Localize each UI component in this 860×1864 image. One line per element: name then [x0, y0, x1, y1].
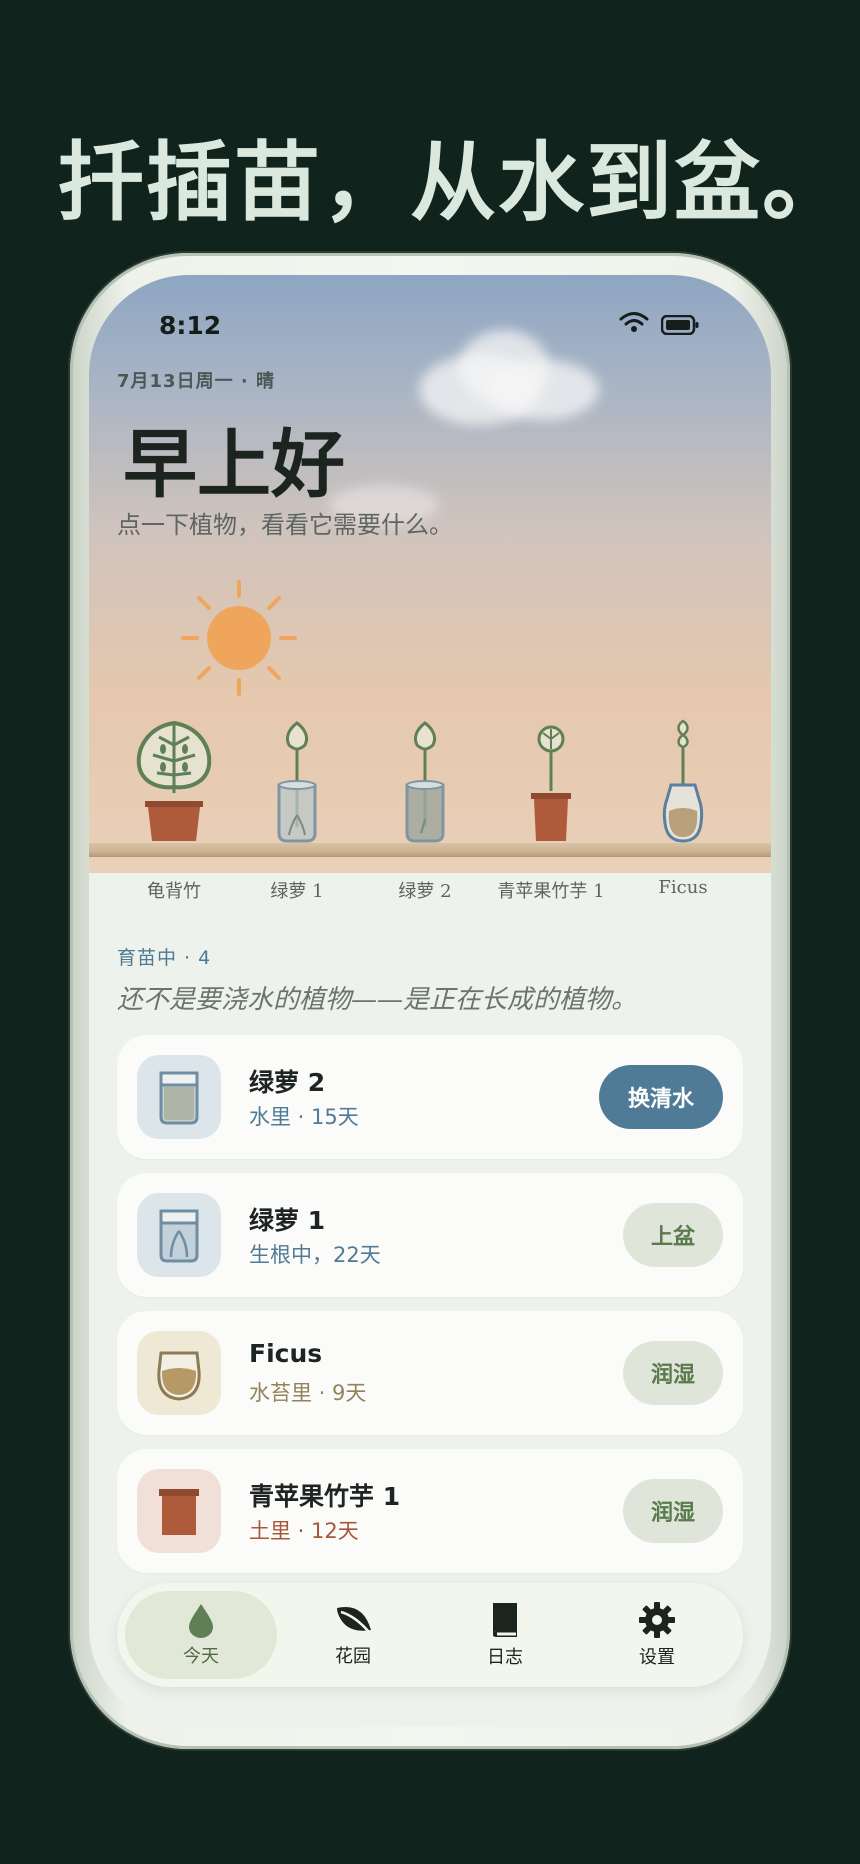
card-thumbnail [137, 1469, 221, 1553]
card-plant-name: 绿萝 2 [249, 1068, 326, 1097]
moisten-button[interactable]: 润湿 [623, 1341, 723, 1405]
shelf-plant-pothos-1[interactable] [275, 715, 319, 843]
tab-label: 今天 [183, 1646, 219, 1667]
plant-card[interactable]: 绿萝 2 水里 · 15天 换清水 [117, 1035, 743, 1159]
pothos-water-jar-icon [405, 721, 445, 843]
app-screen: 8:12 7月13日周一 · 晴 早上好 点一下植物，看看它需要什么。 龟背竹 … [89, 275, 771, 1727]
plant-shelf [89, 843, 771, 857]
battery-icon [661, 315, 699, 335]
monstera-pot-icon [136, 720, 212, 841]
book-icon [493, 1603, 517, 1637]
card-plant-name: 绿萝 1 [249, 1206, 326, 1235]
section-title: 育苗中 · 4 [117, 947, 212, 969]
gear-icon [639, 1602, 675, 1638]
greeting-title: 早上好 [123, 422, 345, 508]
wifi-icon [619, 312, 649, 332]
shelf-plant-monstera[interactable] [129, 715, 219, 843]
sun-icon [181, 580, 297, 696]
shelf-plant-pothos-2[interactable] [403, 715, 447, 843]
tab-today[interactable]: 今天 [125, 1591, 277, 1679]
tab-settings[interactable]: 设置 [581, 1591, 733, 1679]
status-time: 8:12 [159, 311, 222, 340]
calathea-pot-icon [531, 725, 571, 841]
tab-journal[interactable]: 日志 [429, 1591, 581, 1679]
marketing-headline: 扦插苗，从水到盆。 [58, 132, 850, 233]
moss-jar-icon [157, 1351, 201, 1401]
tab-garden[interactable]: 花园 [277, 1591, 429, 1679]
change-water-button[interactable]: 换清水 [599, 1065, 723, 1129]
shelf-plant-ficus[interactable] [661, 715, 705, 843]
shelf-plant-label: 绿萝 1 [270, 881, 324, 902]
card-plant-status: 水苔里 · 9天 [249, 1381, 367, 1405]
shelf-plant-label: Ficus [658, 877, 708, 898]
greeting-subtitle: 点一下植物，看看它需要什么。 [117, 511, 453, 539]
plant-card[interactable]: 绿萝 1 生根中，22天 上盆 [117, 1173, 743, 1297]
card-thumbnail [137, 1193, 221, 1277]
card-plant-name: 青苹果竹芋 1 [249, 1482, 401, 1511]
card-plant-status: 生根中，22天 [249, 1243, 381, 1267]
tab-label: 设置 [639, 1647, 675, 1668]
shelf-plant-calathea[interactable] [529, 715, 573, 843]
water-jar-icon [159, 1071, 199, 1125]
moisten-button[interactable]: 润湿 [623, 1479, 723, 1543]
section-tagline: 还不是要浇水的植物——是正在长成的植物。 [117, 985, 638, 1015]
shelf-plant-label: 青苹果竹芋 1 [497, 881, 605, 902]
shelf-plant-labels: 龟背竹 绿萝 1 绿萝 2 青苹果竹芋 1 Ficus [89, 877, 771, 907]
soil-pot-icon [159, 1489, 199, 1535]
card-thumbnail [137, 1331, 221, 1415]
water-drop-icon [189, 1604, 213, 1638]
tab-label: 日志 [487, 1647, 523, 1668]
tab-bar: 今天 花园 日志 设置 [117, 1583, 743, 1687]
card-plant-status: 土里 · 12天 [249, 1519, 359, 1543]
pot-up-button[interactable]: 上盆 [623, 1203, 723, 1267]
date-weather-label: 7月13日周一 · 晴 [117, 371, 275, 392]
card-thumbnail [137, 1055, 221, 1139]
cloud-decoration [489, 360, 599, 420]
shelf-plant-label: 绿萝 2 [398, 881, 452, 902]
tab-label: 花园 [335, 1646, 371, 1667]
leaf-icon [337, 1606, 371, 1633]
card-plant-status: 水里 · 15天 [249, 1105, 359, 1129]
shelf-plant-label: 龟背竹 [147, 881, 201, 902]
plant-card[interactable]: 青苹果竹芋 1 土里 · 12天 润湿 [117, 1449, 743, 1573]
sky-header: 8:12 7月13日周一 · 晴 早上好 点一下植物，看看它需要什么。 [89, 275, 771, 873]
plant-card[interactable]: Ficus 水苔里 · 9天 润湿 [117, 1311, 743, 1435]
rooting-jar-icon [159, 1209, 199, 1263]
card-plant-name: Ficus [249, 1339, 323, 1368]
ficus-moss-jar-icon [662, 719, 704, 843]
pothos-water-jar-icon [277, 721, 317, 843]
